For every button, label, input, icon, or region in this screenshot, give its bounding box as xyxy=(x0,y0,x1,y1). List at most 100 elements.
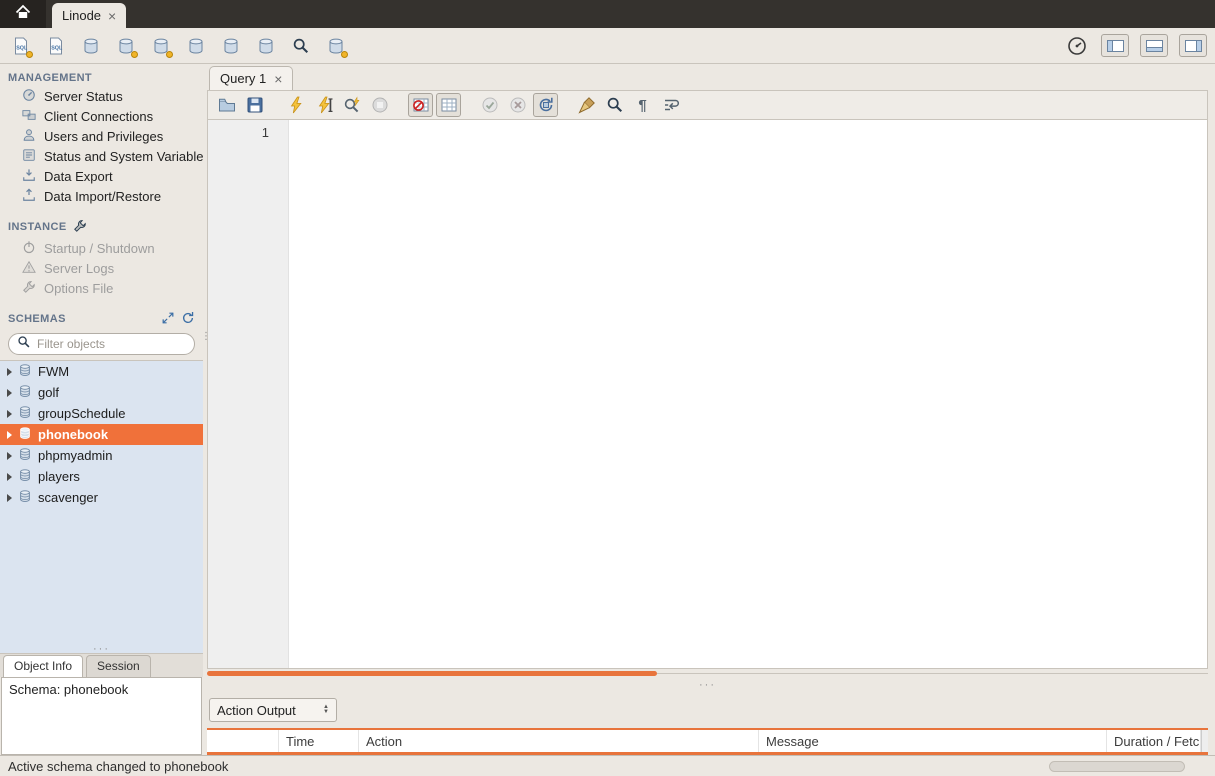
schema-icon xyxy=(18,489,32,506)
schema-row-phpmyadmin[interactable]: phpmyadmin xyxy=(0,445,203,466)
toggle-left-sidebar-button[interactable] xyxy=(1101,34,1129,57)
home-tab[interactable] xyxy=(0,0,46,28)
column-time[interactable]: Time xyxy=(279,730,359,752)
sql-editor-toolbar: ¶ xyxy=(207,90,1208,120)
statusbar-scrollbar[interactable] xyxy=(1049,761,1185,772)
info-tab-bar: Object Info Session xyxy=(0,653,203,677)
sidebar-item-startup-shutdown[interactable]: Startup / Shutdown xyxy=(0,238,203,258)
tab-session[interactable]: Session xyxy=(86,655,151,677)
schema-row-phonebook[interactable]: phonebook xyxy=(0,424,203,445)
create-schema-icon[interactable] xyxy=(113,33,139,59)
beautify-script-icon[interactable] xyxy=(574,93,599,117)
create-table-icon[interactable] xyxy=(148,33,174,59)
limit-rows-icon[interactable] xyxy=(436,93,461,117)
schemas-header-label: SCHEMAS xyxy=(8,313,66,325)
output-selector-row: Action Output ▲▼ xyxy=(207,692,1208,728)
sidebar-item-users-privileges[interactable]: Users and Privileges xyxy=(0,126,203,146)
scrollbar-thumb[interactable] xyxy=(207,671,657,676)
new-sql-tab-icon[interactable] xyxy=(8,33,34,59)
sidebar-item-label: Server Logs xyxy=(44,261,114,276)
tab-query-1[interactable]: Query 1 × xyxy=(209,66,293,90)
sidebar-item-data-export[interactable]: Data Export xyxy=(0,166,203,186)
expander-triangle-icon[interactable] xyxy=(7,452,12,460)
close-query-tab-icon[interactable]: × xyxy=(274,72,282,86)
expander-triangle-icon[interactable] xyxy=(7,431,12,439)
schema-name: golf xyxy=(38,385,59,400)
search-table-data-icon[interactable] xyxy=(288,33,314,59)
column-message[interactable]: Message xyxy=(759,730,1107,752)
expander-triangle-icon[interactable] xyxy=(7,368,12,376)
left-panel-glyph xyxy=(1107,40,1124,52)
sidebar-item-data-import[interactable]: Data Import/Restore xyxy=(0,186,203,206)
splitter-grip[interactable]: ··· xyxy=(93,645,110,653)
schema-filter-input[interactable] xyxy=(37,337,186,351)
find-icon[interactable] xyxy=(602,93,627,117)
open-sql-script-icon[interactable] xyxy=(43,33,69,59)
sidebar-item-server-logs[interactable]: Server Logs xyxy=(0,258,203,278)
create-view-icon[interactable] xyxy=(183,33,209,59)
schema-row-fwm[interactable]: FWM xyxy=(0,361,203,382)
explain-query-icon[interactable] xyxy=(339,93,364,117)
expander-triangle-icon[interactable] xyxy=(7,473,12,481)
toggle-autocommit-icon[interactable] xyxy=(533,93,558,117)
dashboard-icon[interactable] xyxy=(1064,33,1090,59)
schema-row-golf[interactable]: golf xyxy=(0,382,203,403)
data-import-icon xyxy=(22,188,36,205)
rollback-icon[interactable] xyxy=(505,93,530,117)
open-script-icon[interactable] xyxy=(214,93,239,117)
toggle-stop-on-error-icon[interactable] xyxy=(408,93,433,117)
home-icon xyxy=(15,4,31,25)
toggle-bottom-panel-button[interactable] xyxy=(1140,34,1168,57)
schema-icon xyxy=(18,405,32,422)
management-header: MANAGEMENT xyxy=(0,64,203,86)
schema-name: phpmyadmin xyxy=(38,448,112,463)
collapse-all-icon[interactable] xyxy=(161,311,175,328)
column-duration-fetch[interactable]: Duration / Fetch xyxy=(1107,730,1201,752)
main-toolbar xyxy=(0,28,1215,64)
sidebar-item-label: Startup / Shutdown xyxy=(44,241,155,256)
sidebar-item-label: Data Import/Restore xyxy=(44,189,161,204)
sql-code-editor[interactable]: 1 xyxy=(207,120,1208,669)
expander-triangle-icon[interactable] xyxy=(7,494,12,502)
editor-horizontal-scrollbar[interactable] xyxy=(207,669,1208,678)
power-icon xyxy=(22,240,36,257)
expander-triangle-icon[interactable] xyxy=(7,389,12,397)
code-area[interactable] xyxy=(289,120,1207,668)
column-status[interactable] xyxy=(207,730,279,752)
create-function-icon[interactable] xyxy=(253,33,279,59)
schema-inspector-icon[interactable] xyxy=(78,33,104,59)
sidebar-splitter[interactable]: ⋮ xyxy=(203,64,207,755)
close-tab-icon[interactable]: × xyxy=(108,9,116,23)
schema-row-groupschedule[interactable]: groupSchedule xyxy=(0,403,203,424)
sidebar-item-client-connections[interactable]: Client Connections xyxy=(0,106,203,126)
execute-current-statement-icon[interactable] xyxy=(311,93,336,117)
output-scrollbar[interactable] xyxy=(1201,730,1208,752)
tab-object-info[interactable]: Object Info xyxy=(3,655,83,677)
schema-icon xyxy=(18,384,32,401)
create-procedure-icon[interactable] xyxy=(218,33,244,59)
sidebar-item-options-file[interactable]: Options File xyxy=(0,278,203,298)
instance-header: INSTANCE xyxy=(0,216,203,238)
output-splitter[interactable]: ··· xyxy=(207,678,1208,692)
execute-query-icon[interactable] xyxy=(283,93,308,117)
sidebar-item-system-variables[interactable]: Status and System Variables xyxy=(0,146,203,166)
toggle-right-sidebar-button[interactable] xyxy=(1179,34,1207,57)
stop-query-icon[interactable] xyxy=(367,93,392,117)
schema-row-players[interactable]: players xyxy=(0,466,203,487)
expander-triangle-icon[interactable] xyxy=(7,410,12,418)
schema-row-scavenger[interactable]: scavenger xyxy=(0,487,203,508)
pilcrow-glyph: ¶ xyxy=(638,97,646,114)
sidebar-item-server-status[interactable]: Server Status xyxy=(0,86,203,106)
connection-tab-linode[interactable]: Linode × xyxy=(52,3,126,28)
wrap-text-icon[interactable] xyxy=(658,93,683,117)
save-script-icon[interactable] xyxy=(242,93,267,117)
reconnect-dbms-icon[interactable] xyxy=(323,33,349,59)
refresh-schemas-icon[interactable] xyxy=(181,311,195,328)
column-action[interactable]: Action xyxy=(359,730,759,752)
invisible-characters-icon[interactable]: ¶ xyxy=(630,93,655,117)
commit-icon[interactable] xyxy=(477,93,502,117)
sidebar-item-label: Status and System Variables xyxy=(44,149,203,164)
scrollbar-track xyxy=(657,673,1208,674)
query-tab-bar: Query 1 × xyxy=(207,64,1208,90)
output-type-select[interactable]: Action Output ▲▼ xyxy=(209,698,337,722)
